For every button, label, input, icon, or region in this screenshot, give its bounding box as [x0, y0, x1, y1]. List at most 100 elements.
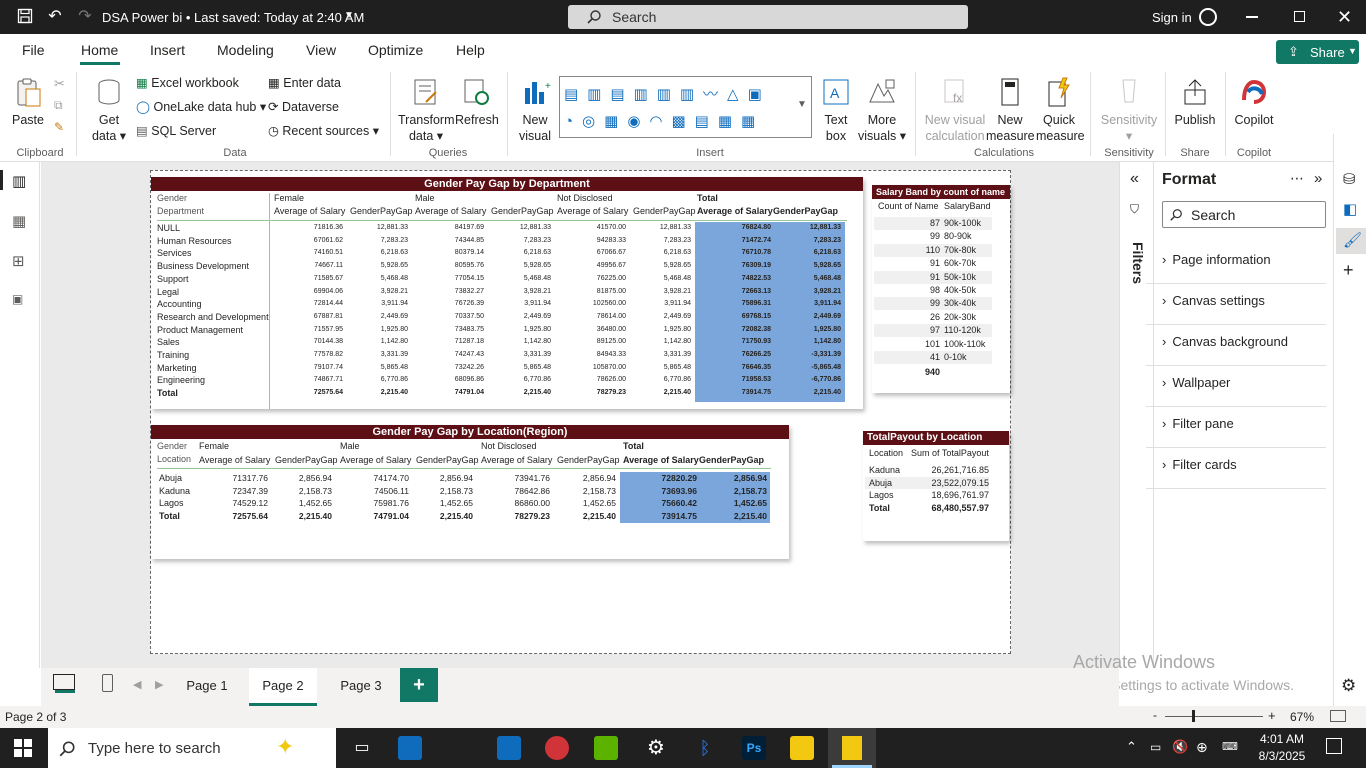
sensitivity-button[interactable]: Sensitivity ▾ — [1098, 76, 1160, 144]
menu-optimize[interactable]: Optimize — [368, 42, 423, 58]
copy-icon[interactable]: ⧉ — [54, 98, 63, 113]
matrix-row-label[interactable]: Legal — [157, 287, 179, 297]
opera-icon[interactable] — [545, 736, 569, 760]
quick-measure-button[interactable]: Quick measure — [1036, 76, 1085, 144]
band-label-cell[interactable]: 30k-40k — [944, 298, 976, 308]
matrix-row-label[interactable]: Marketing — [157, 363, 197, 373]
matrix-row-label[interactable]: Lagos — [159, 498, 184, 508]
matrix-row-label[interactable]: Services — [157, 248, 192, 258]
location-matrix-visual[interactable]: Gender Pay Gap by Location(Region) Gende… — [151, 425, 789, 559]
band-label-cell[interactable]: 100k-110k — [944, 339, 985, 349]
settings-icon[interactable]: ⚙ — [644, 736, 668, 760]
app-icon[interactable] — [594, 736, 618, 760]
format-pane-tab[interactable]: 🖌 — [1336, 228, 1366, 254]
format-section-filter-cards[interactable]: › Filter cards — [1162, 457, 1237, 472]
matrix-row-label[interactable]: Support — [157, 274, 189, 284]
clock-date[interactable]: 8/3/2025 — [1254, 749, 1310, 763]
powerbi-taskbar-button[interactable] — [828, 728, 876, 768]
volume-icon[interactable]: 🔇 — [1172, 739, 1188, 755]
title-dropdown-icon[interactable]: ▼ — [344, 10, 354, 21]
next-page-icon[interactable]: ▶ — [155, 678, 163, 691]
matrix-row-label[interactable]: Sales — [157, 337, 180, 347]
band-label-cell[interactable]: 80-90k — [944, 231, 972, 241]
network-icon[interactable]: ⊕ — [1196, 739, 1208, 756]
more-options-icon[interactable]: ⋯ — [1290, 170, 1304, 187]
menu-insert[interactable]: Insert — [150, 42, 185, 58]
publish-button[interactable]: Publish — [1172, 76, 1218, 128]
menu-home[interactable]: Home — [81, 42, 118, 58]
format-section-canvas-settings[interactable]: › Canvas settings — [1162, 293, 1265, 308]
get-data-button[interactable]: Get data ▾ — [88, 76, 130, 144]
band-label-cell[interactable]: 50k-10k — [944, 272, 976, 282]
dax-query-view-icon[interactable]: ▣ — [12, 292, 23, 306]
band-label-cell[interactable]: 60k-70k — [944, 258, 976, 268]
document-title[interactable]: DSA Power bi • Last saved: Today at 2:40… — [102, 10, 364, 25]
tray-chevron-icon[interactable]: ⌃ — [1126, 739, 1137, 755]
onelake-button[interactable]: ◯ OneLake data hub ▾ — [136, 99, 266, 115]
paste-button[interactable]: Paste — [8, 76, 48, 128]
undo-icon[interactable]: ↶ — [46, 8, 64, 26]
text-box-button[interactable]: A Text box — [816, 76, 856, 144]
payout-location-cell[interactable]: Abuja — [869, 478, 892, 488]
new-visual-button[interactable]: + New visual — [514, 76, 556, 144]
matrix-row-label[interactable]: Engineering — [157, 375, 205, 385]
maximize-button[interactable] — [1294, 11, 1305, 22]
settings-icon[interactable]: ⚙ — [1341, 676, 1356, 696]
search-input[interactable]: Search — [568, 5, 968, 29]
matrix-row-label[interactable]: Human Resources — [157, 236, 232, 246]
salary-band-table-visual[interactable]: Salary Band by count of name Count of Na… — [872, 185, 1010, 393]
clock-time[interactable]: 4:01 AM — [1254, 732, 1310, 746]
zoom-in-icon[interactable]: + — [1268, 708, 1276, 723]
band-label-cell[interactable]: 40k-50k — [944, 285, 976, 295]
visualizations-pane-icon[interactable]: ◧ — [1343, 200, 1357, 218]
refresh-button[interactable]: Refresh — [455, 76, 499, 128]
band-label-cell[interactable]: 20k-30k — [944, 312, 976, 322]
data-pane-icon[interactable]: ⛁ — [1343, 170, 1356, 188]
menu-help[interactable]: Help — [456, 42, 485, 58]
tab-page-3[interactable]: Page 3 — [325, 668, 397, 706]
menu-modeling[interactable]: Modeling — [217, 42, 274, 58]
cut-icon[interactable]: ✂ — [54, 76, 65, 92]
battery-icon[interactable]: ▭ — [1150, 740, 1161, 754]
microsoft-store-icon[interactable] — [398, 736, 422, 760]
format-section-wallpaper[interactable]: › Wallpaper — [1162, 375, 1230, 390]
matrix-row-label[interactable]: Product Management — [157, 325, 243, 335]
matrix-total-label[interactable]: Total — [159, 511, 180, 521]
add-pane-icon[interactable]: + — [1343, 260, 1354, 281]
total-payout-table-visual[interactable]: TotalPayout by Location Location Sum of … — [863, 431, 1009, 541]
sign-in-link[interactable]: Sign in — [1152, 10, 1192, 25]
windows-start-icon[interactable] — [14, 739, 32, 760]
new-measure-button[interactable]: New measure — [986, 76, 1035, 144]
filters-pane-collapsed[interactable]: « ⛉ Filters — [1119, 162, 1153, 668]
table-view-icon[interactable]: ▦ — [12, 212, 26, 230]
visual-type-icons-row1[interactable]: ▤▥▤▥▥▥〰△▣ — [564, 83, 771, 104]
model-view-icon[interactable]: ⊞ — [12, 252, 25, 270]
format-painter-icon[interactable]: ✎ — [54, 120, 64, 134]
file-explorer-icon[interactable] — [790, 736, 814, 760]
menu-file[interactable]: File — [22, 42, 45, 58]
matrix-row-label[interactable]: Business Development — [157, 261, 249, 271]
language-icon[interactable]: ⌨ — [1222, 740, 1238, 753]
prev-page-icon[interactable]: ◀ — [133, 678, 141, 691]
format-section-filter-pane[interactable]: › Filter pane — [1162, 416, 1234, 431]
payout-total-label[interactable]: Total — [869, 503, 890, 513]
matrix-row-label[interactable]: NULL — [157, 223, 180, 233]
add-page-button[interactable]: + — [400, 668, 438, 702]
format-search-input[interactable]: Search — [1162, 201, 1326, 228]
matrix-row-label[interactable]: Abuja — [159, 473, 182, 483]
enter-data-button[interactable]: ▦ Enter data — [268, 75, 341, 91]
band-label-cell[interactable]: 70k-80k — [944, 245, 976, 255]
zoom-slider-thumb[interactable] — [1192, 710, 1195, 722]
transform-data-button[interactable]: Transform data ▾ — [398, 76, 455, 144]
collapse-pane-icon[interactable]: » — [1314, 170, 1322, 187]
band-label-cell[interactable]: 110-120k — [944, 325, 981, 335]
format-section-page-information[interactable]: › Page information — [1162, 252, 1271, 267]
zoom-slider[interactable] — [1165, 716, 1263, 717]
account-icon[interactable] — [1199, 8, 1217, 26]
matrix-row-label[interactable]: Kaduna — [159, 486, 190, 496]
minimize-button[interactable] — [1246, 16, 1258, 18]
visual-type-icons-row2[interactable]: ◔◎▦◉◠▩▤▦▦ — [564, 112, 764, 130]
zoom-out-icon[interactable]: - — [1153, 708, 1157, 722]
expand-filters-icon[interactable]: « — [1130, 170, 1139, 188]
save-icon[interactable] — [16, 8, 34, 26]
